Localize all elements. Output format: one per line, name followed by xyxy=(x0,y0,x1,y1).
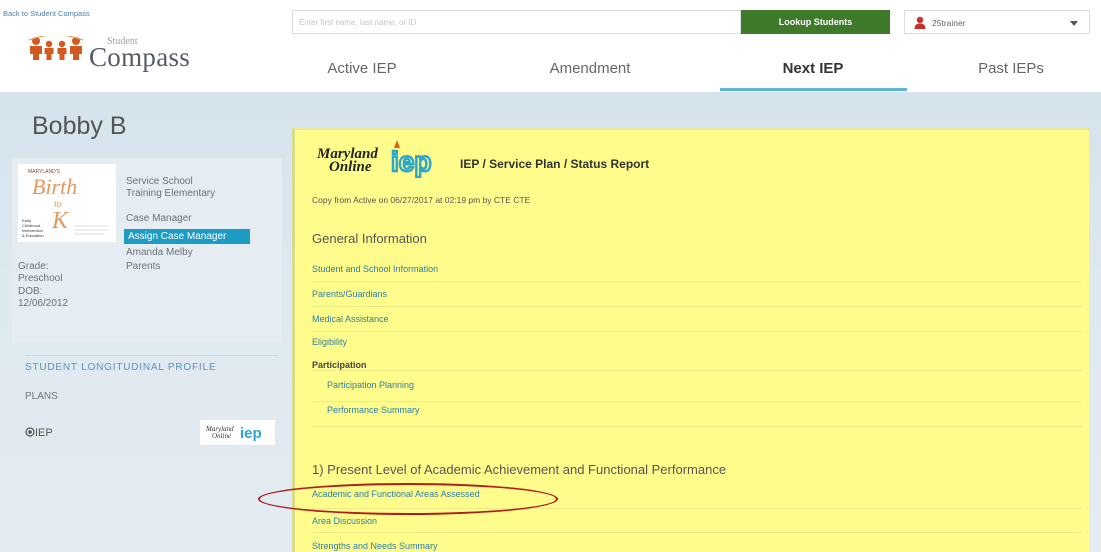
back-to-compass-link[interactable]: Back to Student Compass xyxy=(3,9,90,18)
general-information-heading: General Information xyxy=(312,231,427,246)
participation-heading: Participation xyxy=(312,360,367,370)
eligibility-link[interactable]: Eligibility xyxy=(312,337,347,347)
chevron-down-icon xyxy=(1070,21,1078,26)
maryland-online-iep-mini-logo[interactable]: Maryland Online iep xyxy=(200,420,275,445)
student-longitudinal-profile-link[interactable]: STUDENT LONGITUDINAL PROFILE xyxy=(25,362,216,373)
parents-label: Parents xyxy=(126,261,161,272)
iep-document-panel: Maryland Online iep IEP / Service Plan /… xyxy=(292,127,1089,552)
participation-planning-link[interactable]: Participation Planning xyxy=(327,380,414,390)
performance-summary-link[interactable]: Performance Summary xyxy=(327,405,420,415)
active-tab-indicator xyxy=(720,88,907,91)
service-school-value: Training Elementary xyxy=(126,188,216,199)
svg-text:& Education: & Education xyxy=(22,233,44,238)
list-item[interactable]: Area Discussion xyxy=(312,511,1082,533)
list-item[interactable]: Medical Assistance xyxy=(312,310,1082,332)
academic-functional-areas-link[interactable]: Academic and Functional Areas Assessed xyxy=(312,489,480,499)
grade-value: Preschool xyxy=(18,273,63,284)
list-item[interactable]: Parents/Guardians xyxy=(312,285,1082,307)
participation-row: Participation xyxy=(312,360,1082,374)
list-item[interactable]: Performance Summary xyxy=(312,405,1082,427)
strengths-needs-link[interactable]: Strengths and Needs Summary xyxy=(312,541,438,551)
grade-label: Grade: xyxy=(18,261,49,272)
iep-plan-label: IEP xyxy=(35,427,53,439)
assign-case-manager-button[interactable]: Assign Case Manager xyxy=(124,229,250,244)
family-icon xyxy=(28,36,84,60)
svg-text:iep: iep xyxy=(240,425,262,442)
list-item[interactable]: Strengths and Needs Summary xyxy=(312,535,1082,552)
medical-assistance-link[interactable]: Medical Assistance xyxy=(312,314,389,324)
student-compass-logo[interactable]: Student Compass xyxy=(27,22,227,72)
list-item[interactable]: Academic and Functional Areas Assessed xyxy=(312,487,1082,509)
list-item[interactable]: Student and School Information xyxy=(312,260,1082,282)
username-label: 25trainer xyxy=(932,18,966,28)
service-school-label: Service School xyxy=(126,176,193,187)
user-menu-dropdown[interactable]: 25trainer xyxy=(904,10,1090,34)
dob-value: 12/06/2012 xyxy=(18,298,69,309)
case-manager-name: Amanda Melby xyxy=(126,247,193,258)
area-discussion-link[interactable]: Area Discussion xyxy=(312,516,377,526)
copy-info-text: Copy from Active on 06/27/2017 at 02:19 … xyxy=(312,195,531,205)
radio-icon xyxy=(25,427,35,437)
tab-past-ieps[interactable]: Past IEPs xyxy=(936,60,1086,94)
plans-label: PLANS xyxy=(25,391,58,402)
student-name: Bobby B xyxy=(32,112,127,140)
present-level-heading: 1) Present Level of Academic Achievement… xyxy=(312,462,727,477)
student-school-info-link[interactable]: Student and School Information xyxy=(312,264,438,274)
svg-text:Birth: Birth xyxy=(32,174,77,199)
tab-active-iep[interactable]: Active IEP xyxy=(292,60,432,94)
student-search-input[interactable] xyxy=(292,10,741,34)
svg-text:Online: Online xyxy=(212,432,231,440)
brand-compass-text: Compass xyxy=(89,42,191,72)
tab-amendment[interactable]: Amendment xyxy=(520,60,660,94)
maryland-online-iep-logo: Maryland Online iep xyxy=(317,140,433,178)
svg-text:K: K xyxy=(51,208,70,234)
top-header: Back to Student Compass Student Compass … xyxy=(0,0,1101,92)
list-item[interactable]: Participation Planning xyxy=(312,380,1082,402)
iep-plan-item[interactable]: IEP xyxy=(25,427,53,439)
user-icon xyxy=(914,16,926,29)
case-manager-label: Case Manager xyxy=(126,213,192,224)
profile-divider xyxy=(25,355,278,356)
svg-text:iep: iep xyxy=(391,146,431,177)
parents-guardians-link[interactable]: Parents/Guardians xyxy=(312,289,387,299)
document-title: IEP / Service Plan / Status Report xyxy=(460,157,650,171)
lookup-students-button[interactable]: Lookup Students xyxy=(741,10,890,34)
dob-label: DOB: xyxy=(18,286,43,297)
svg-text:Online: Online xyxy=(329,159,372,175)
birth-to-k-logo: MARYLAND'S Birth to K Early Childhood In… xyxy=(18,164,116,242)
